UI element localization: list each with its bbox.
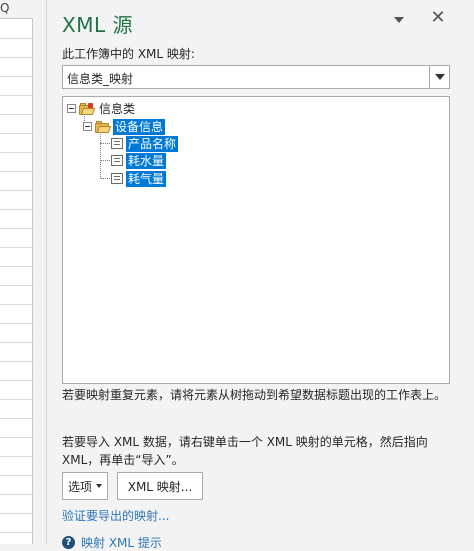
hint-repeat-elements: 若要映射重复元素，请将元素从树拖动到希望数据标题出现的工作表上。 [62,388,447,402]
tree-node-root[interactable]: 信息类 [67,100,137,117]
grid-line [0,190,33,191]
xml-map-selected: 信息类_映射 [67,72,134,86]
xml-maps-button[interactable]: XML 映射... [117,472,203,500]
grid-line [0,380,33,381]
tree-node-label: 耗水量 [126,152,167,169]
chevron-down-icon [96,484,102,488]
grid-line [0,304,33,305]
hint-import-data: 若要导入 XML 数据，请右键单击一个 XML 映射的单元格，然后指向 XML，… [62,435,428,467]
grid-line [0,285,33,286]
grid-line [0,57,33,58]
grid-line [0,247,33,248]
chevron-down-icon[interactable] [429,66,449,88]
grid-line [0,494,33,495]
grid-line [0,228,33,229]
grid-line [0,133,33,134]
grid-line [0,171,33,172]
grid-line [0,342,33,343]
tree-node-element[interactable]: 耗水量 [111,152,167,169]
tree-node-label: 设备信息 [113,118,166,135]
grid-line [0,76,33,77]
column-header-label: Q [0,1,10,15]
grid-line [0,532,33,533]
grid-line [0,95,33,96]
element-icon [111,138,123,149]
xml-tips-label: 映射 XML 提示 [81,536,162,550]
element-icon [111,173,123,184]
grid-line [0,437,33,438]
grid-line [0,209,33,210]
grid-line [0,475,33,476]
maps-label: 此工作簿中的 XML 映射: [62,47,195,61]
folder-icon [95,120,112,133]
pane-options-chevron-down-icon[interactable] [392,14,406,26]
xml-source-pane: XML 源 ✕ 此工作簿中的 XML 映射: 信息类_映射 信息类 设备信息 产… [48,0,474,550]
element-icon [111,155,123,166]
pane-splitter[interactable] [33,0,47,544]
column-header[interactable]: Q [0,0,33,19]
verify-export-link[interactable]: 验证要导出的映射... [62,507,169,524]
collapse-icon[interactable] [83,122,92,131]
grid-line [0,323,33,324]
grid-line [0,152,33,153]
close-icon[interactable]: ✕ [430,9,446,27]
options-button-label: 选项 [67,479,92,494]
grid-line [0,114,33,115]
xml-tree[interactable]: 信息类 设备信息 产品名称 耗水量 耗气量 [62,96,450,384]
folder-icon [79,102,96,115]
grid-line [0,361,33,362]
grid-line [0,266,33,267]
grid-line [0,418,33,419]
xml-map-select[interactable]: 信息类_映射 [62,65,450,89]
worksheet-strip[interactable]: Q [0,0,33,544]
tree-node-element[interactable]: 耗气量 [111,170,167,187]
help-icon: ? [62,536,75,549]
tree-node-label: 信息类 [99,101,136,116]
tree-node-label: 耗气量 [126,170,167,187]
tree-node-label: 产品名称 [126,135,179,152]
tree-node-element[interactable]: 产品名称 [111,135,179,152]
collapse-icon[interactable] [67,104,76,113]
tree-connector [100,131,101,179]
xml-tips-link[interactable]: ? 映射 XML 提示 [62,534,162,551]
options-button[interactable]: 选项 [62,472,108,500]
tree-node-group[interactable]: 设备信息 [83,118,166,135]
grid-line [0,456,33,457]
pane-title: XML 源 [62,13,133,37]
grid-line [0,513,33,514]
grid-line [0,38,33,39]
grid-line [0,399,33,400]
xml-maps-button-label: XML 映射... [127,479,193,494]
